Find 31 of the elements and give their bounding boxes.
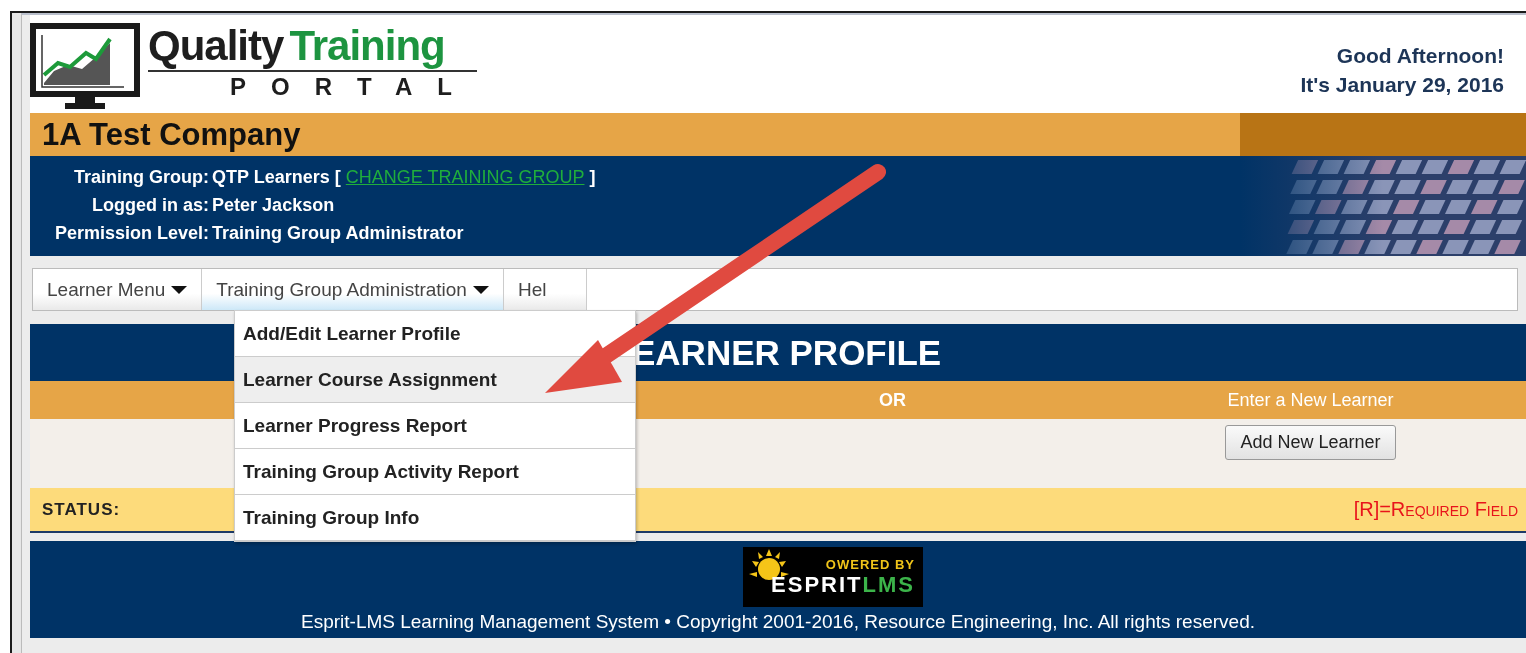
menu-item[interactable]: Learner Progress Report <box>235 403 635 449</box>
menu-item[interactable]: Training Group Info <box>235 495 635 541</box>
info-value: Training Group Administrator <box>212 222 464 244</box>
menu-tab[interactable]: Training Group Administration <box>202 269 504 310</box>
info-value: Peter Jackson <box>212 194 335 216</box>
menu-item[interactable]: Learner Course Assignment <box>235 357 635 403</box>
change-group-link[interactable]: CHANGE TRAINING GROUP <box>345 166 585 188</box>
powered-by-text: OWERED BY <box>825 556 915 572</box>
badge-esprit-text: ESPRIT <box>771 571 863 597</box>
menu-tab[interactable]: Learner Menu <box>33 269 203 310</box>
required-field-note: [R]=Required Field <box>1353 498 1518 521</box>
column-header: Enter a New Learner <box>1227 389 1394 411</box>
badge-lms-text: LMS <box>862 571 915 597</box>
status-label: STATUS: <box>42 499 121 520</box>
menu-item[interactable]: Training Group Activity Report <box>235 449 635 495</box>
info-value: QTP Learners [ <box>212 166 341 188</box>
column-header: OR <box>879 389 906 411</box>
bracket-text: ] <box>589 166 596 188</box>
logo-portal-text: PORTAL <box>229 72 477 102</box>
logo-quality-text: Quality <box>148 23 284 69</box>
menu-tab[interactable]: Hel <box>503 269 588 310</box>
company-name: 1A Test Company <box>42 116 301 153</box>
info-label: Training Group: <box>73 166 210 188</box>
info-label: Logged in as: <box>91 194 210 216</box>
logo-training-text: Training <box>289 23 445 69</box>
date-text: It's January 29, 2016 <box>1300 72 1504 98</box>
info-label: Permission Level: <box>55 222 210 244</box>
page-title: EARNER PROFILE <box>632 332 942 373</box>
copyright-text: Esprit-LMS Learning Management System • Copyright 2001-2016, Resource Engineering, Inc. All rights reserved. <box>301 611 1255 633</box>
greeting-text: Good Afternoon! <box>1335 43 1504 69</box>
add-learner-button[interactable]: Add New Learner <box>1225 425 1396 460</box>
